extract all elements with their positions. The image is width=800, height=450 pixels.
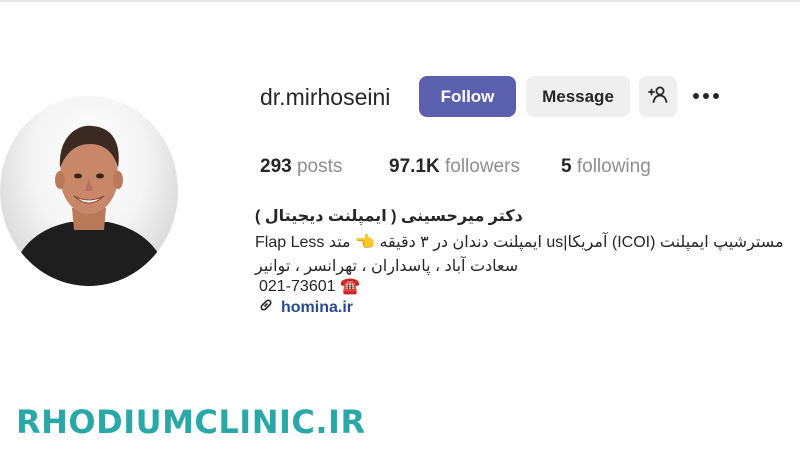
phone-number: 021-73601 (259, 278, 336, 295)
watermark-text: RHODIUMCLINIC.IR (16, 403, 366, 441)
posts-count: 293 posts (260, 156, 342, 178)
bio-display-name: دکتر میرحسینی ( ایمپلنت دیجیتال ) (255, 208, 523, 225)
followers-number: 97.1K (389, 156, 440, 177)
link-icon (259, 298, 273, 317)
bio-website: homina.ir (259, 298, 799, 317)
profile-avatar[interactable] (0, 96, 178, 286)
follow-button[interactable]: Follow (419, 76, 516, 117)
bio-line-locations: سعادت آباد ، پاسداران ، تهرانسر ، توانیر (255, 258, 519, 275)
suggested-accounts-button[interactable] (639, 76, 677, 117)
avatar-photo (10, 125, 170, 286)
bio-line-description: مسترشیپ ایمپلنت (ICOI) آمریکا|us ایمپلنت… (255, 232, 795, 252)
posts-number: 293 (260, 156, 292, 177)
telephone-icon: ☎️ (339, 278, 360, 295)
followers-label: followers (444, 156, 520, 177)
message-button[interactable]: Message (526, 76, 630, 117)
website-link[interactable]: homina.ir (281, 299, 353, 317)
following-label: following (576, 156, 651, 177)
following-link[interactable]: 5 following (561, 156, 651, 178)
bio-description-latin: Flap Less (255, 234, 325, 251)
profile-username: dr.mirhoseini (260, 84, 391, 110)
bio-phone: 021-73601 ☎️ (259, 276, 799, 296)
more-options-button[interactable] (690, 84, 722, 108)
posts-label: posts (296, 156, 343, 177)
more-options-icon (692, 87, 720, 105)
followers-link[interactable]: 97.1K followers (389, 156, 520, 178)
top-divider (0, 0, 800, 2)
bio-description-text: مسترشیپ ایمپلنت (ICOI) آمریکا|us ایمپلنت… (328, 234, 784, 251)
following-number: 5 (561, 156, 572, 177)
add-person-icon (648, 85, 668, 108)
